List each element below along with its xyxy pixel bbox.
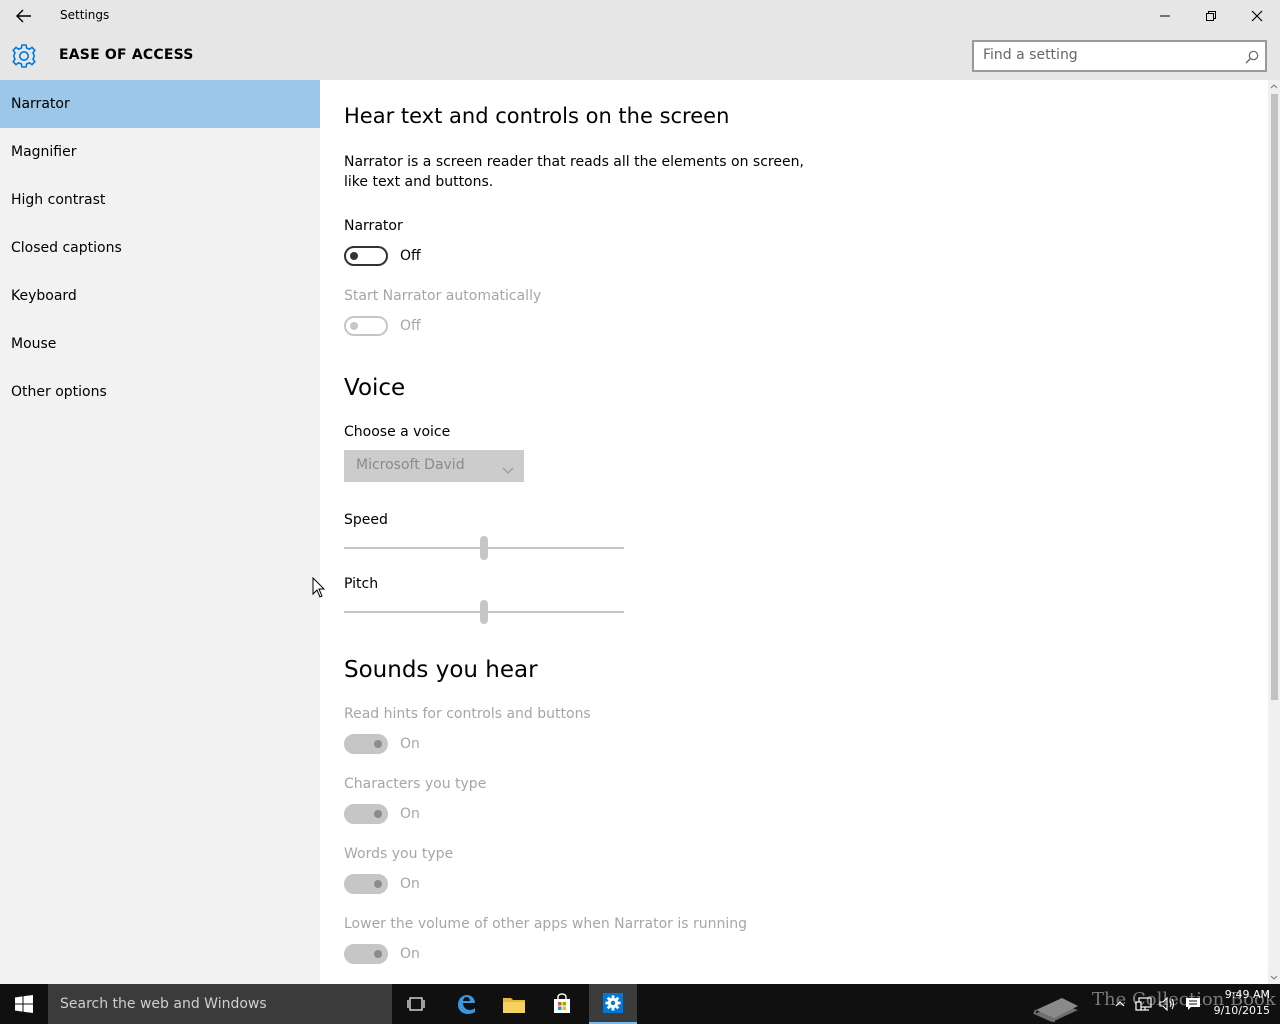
search-box[interactable] — [972, 40, 1267, 72]
content-pane: Hear text and controls on the screen Nar… — [320, 80, 1268, 984]
speed-slider[interactable] — [344, 536, 624, 560]
speed-label: Speed — [344, 512, 388, 528]
sidebar-item-keyboard[interactable]: Keyboard — [0, 272, 320, 320]
toggle-knob — [374, 740, 382, 748]
volume-icon[interactable] — [1156, 984, 1180, 1024]
settings-header: EASE OF ACCESS — [0, 32, 1280, 80]
pitch-label: Pitch — [344, 576, 379, 592]
taskbar-search-placeholder: Search the web and Windows — [60, 996, 267, 1012]
voice-dropdown-value: Microsoft David — [356, 457, 465, 473]
words-you-type-label: Words you type — [344, 846, 454, 862]
edge-browser-icon[interactable] — [442, 984, 490, 1024]
narrator-toggle-state: Off — [400, 248, 421, 264]
show-hidden-icons-icon[interactable] — [1110, 984, 1130, 1024]
characters-you-type-label: Characters you type — [344, 776, 487, 792]
network-icon[interactable] — [1132, 984, 1156, 1024]
toggle-knob — [374, 810, 382, 818]
windows-logo-icon — [15, 995, 33, 1013]
close-icon — [1251, 10, 1263, 22]
mouse-cursor-icon — [312, 576, 326, 599]
scroll-down-icon[interactable] — [1268, 972, 1280, 984]
close-button[interactable] — [1234, 0, 1280, 32]
pitch-slider[interactable] — [344, 600, 624, 624]
start-narrator-auto-toggle[interactable] — [344, 316, 388, 336]
voice-dropdown[interactable]: Microsoft David — [344, 450, 524, 482]
voice-heading: Voice — [344, 375, 406, 401]
narrator-label: Narrator — [344, 218, 403, 234]
search-icon[interactable] — [1245, 49, 1259, 64]
settings-app-icon[interactable] — [589, 984, 637, 1024]
read-hints-label: Read hints for controls and buttons — [344, 706, 591, 722]
slider-thumb[interactable] — [480, 536, 488, 560]
restore-icon — [1206, 11, 1216, 21]
page-heading: Hear text and controls on the screen — [344, 104, 730, 128]
chevron-down-icon — [502, 461, 514, 474]
characters-you-type-toggle[interactable] — [344, 804, 388, 824]
toggle-knob — [350, 252, 358, 260]
start-narrator-auto-state: Off — [400, 318, 421, 334]
toggle-knob — [374, 950, 382, 958]
sounds-heading: Sounds you hear — [344, 657, 538, 683]
read-hints-state: On — [400, 736, 420, 752]
sidebar-item-narrator[interactable]: Narrator — [0, 80, 320, 128]
scroll-up-icon[interactable] — [1268, 80, 1280, 92]
vertical-scrollbar[interactable] — [1268, 80, 1280, 984]
characters-you-type-state: On — [400, 806, 420, 822]
scrollbar-thumb[interactable] — [1271, 94, 1278, 700]
sidebar-item-magnifier[interactable]: Magnifier — [0, 128, 320, 176]
choose-voice-label: Choose a voice — [344, 424, 451, 440]
start-narrator-auto-label: Start Narrator automatically — [344, 288, 542, 304]
file-explorer-icon[interactable] — [490, 984, 538, 1024]
store-icon[interactable] — [538, 984, 586, 1024]
taskbar-search-box[interactable]: Search the web and Windows — [48, 984, 392, 1024]
action-center-icon[interactable] — [1182, 984, 1204, 1024]
restore-button[interactable] — [1188, 0, 1234, 32]
clock-time: 9:49 AM — [1224, 988, 1270, 1001]
narrator-toggle[interactable] — [344, 246, 388, 266]
watermark-book-icon — [1030, 984, 1082, 1024]
slider-thumb[interactable] — [480, 600, 488, 624]
lower-volume-state: On — [400, 946, 420, 962]
read-hints-toggle[interactable] — [344, 734, 388, 754]
lower-volume-toggle[interactable] — [344, 944, 388, 964]
window-title: Settings — [60, 8, 110, 22]
words-you-type-state: On — [400, 876, 420, 892]
task-view-icon[interactable] — [392, 984, 440, 1024]
sidebar-item-other-options[interactable]: Other options — [0, 368, 320, 416]
gear-icon — [10, 42, 38, 70]
lower-volume-label: Lower the volume of other apps when Narr… — [344, 916, 747, 932]
sidebar-item-high-contrast[interactable]: High contrast — [0, 176, 320, 224]
start-button[interactable] — [0, 984, 48, 1024]
clock-date: 9/10/2015 — [1213, 1004, 1270, 1017]
minimize-button[interactable] — [1142, 0, 1188, 32]
search-input[interactable] — [983, 47, 1233, 63]
page-description-line2: like text and buttons. — [344, 174, 494, 190]
toggle-knob — [374, 880, 382, 888]
back-arrow-icon[interactable] — [8, 4, 40, 28]
toggle-knob — [350, 322, 358, 330]
words-you-type-toggle[interactable] — [344, 874, 388, 894]
taskbar: Search the web and Windows The Collectio… — [0, 984, 1280, 1024]
sidebar-item-mouse[interactable]: Mouse — [0, 320, 320, 368]
taskbar-clock[interactable]: 9:49 AM 9/10/2015 — [1204, 987, 1270, 1019]
minimize-icon — [1160, 15, 1170, 17]
title-bar: Settings — [0, 0, 1280, 32]
sidebar-nav: Narrator Magnifier High contrast Closed … — [0, 80, 320, 984]
page-description-line1: Narrator is a screen reader that reads a… — [344, 154, 804, 170]
sidebar-item-closed-captions[interactable]: Closed captions — [0, 224, 320, 272]
page-category-title: EASE OF ACCESS — [59, 47, 194, 63]
